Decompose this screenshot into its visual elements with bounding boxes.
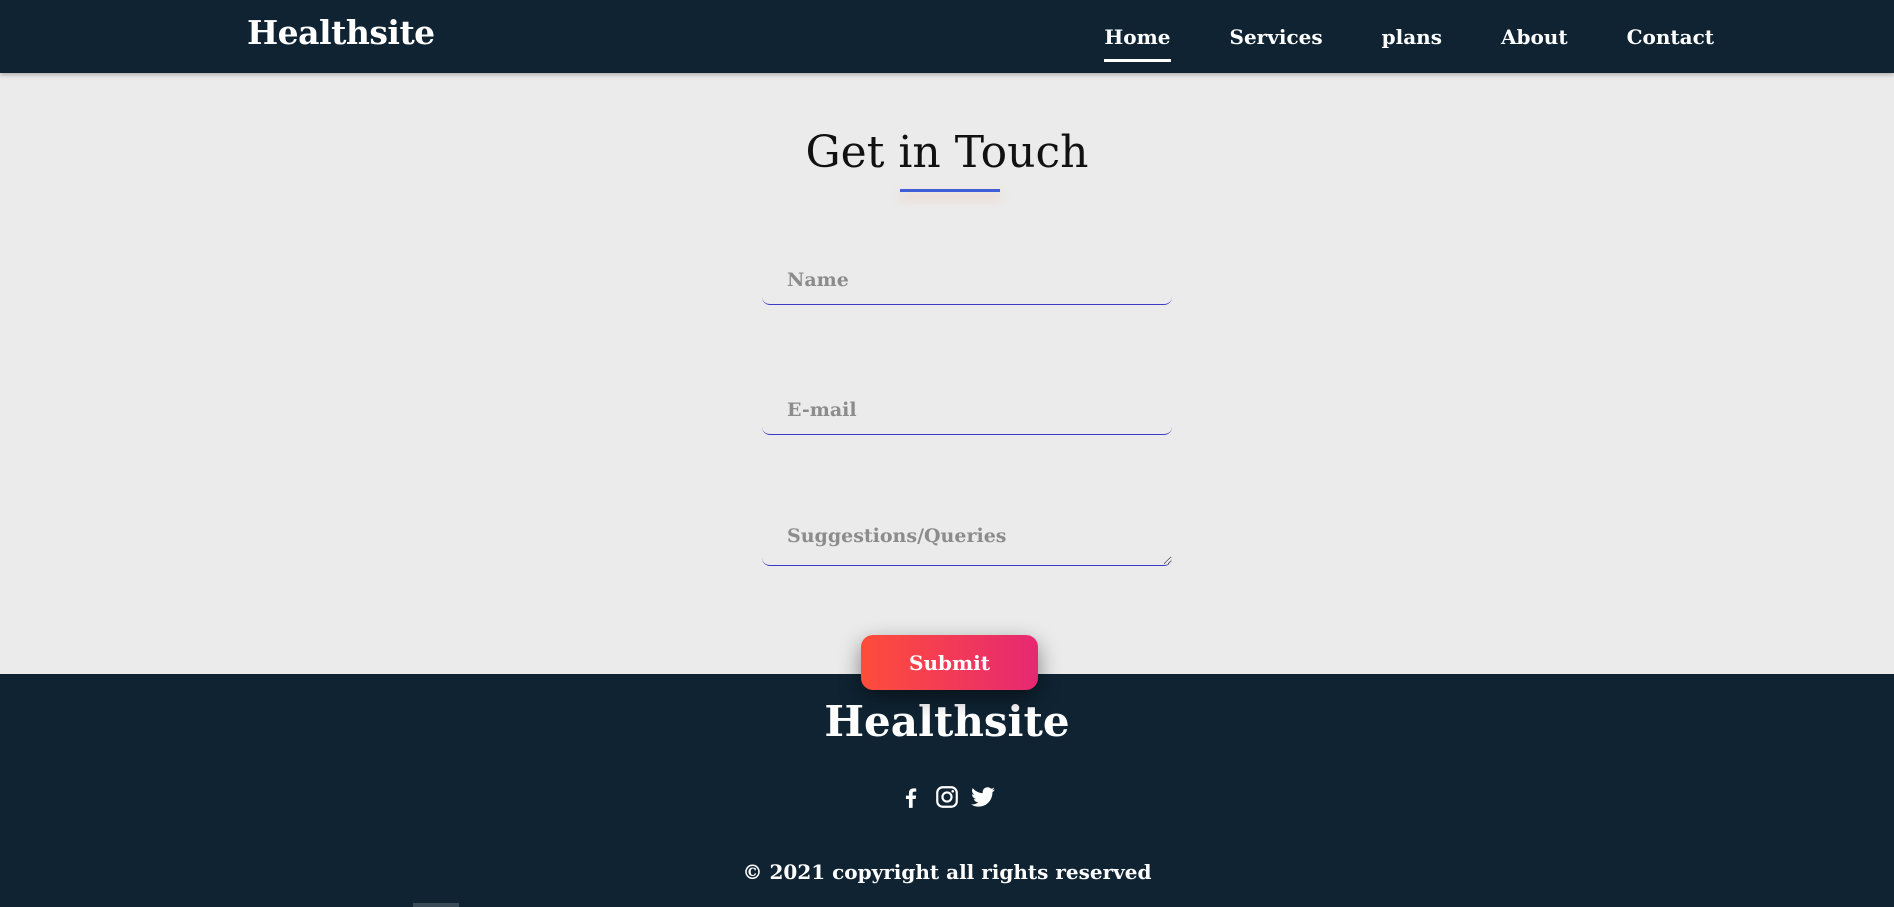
twitter-icon[interactable] bbox=[970, 784, 996, 810]
nav-links: Home Services plans About Contact bbox=[1045, 0, 1714, 73]
name-field[interactable] bbox=[762, 255, 1172, 305]
top-navbar: Healthsite Home Services plans About Con… bbox=[0, 0, 1894, 73]
social-links bbox=[0, 784, 1894, 810]
nav-link-about[interactable]: About bbox=[1501, 24, 1568, 50]
nav-link-home[interactable]: Home bbox=[1104, 24, 1171, 62]
title-underline bbox=[900, 189, 1000, 192]
footer-brand: Healthsite bbox=[824, 697, 1070, 746]
nav-link-contact[interactable]: Contact bbox=[1627, 24, 1714, 50]
footer: Healthsite © 2021 copyright all rights r… bbox=[0, 674, 1894, 907]
nav-link-plans[interactable]: plans bbox=[1382, 24, 1442, 50]
nav-link-services[interactable]: Services bbox=[1230, 24, 1323, 50]
query-textarea[interactable] bbox=[762, 510, 1172, 566]
horizontal-scrollbar[interactable] bbox=[413, 903, 459, 907]
instagram-icon[interactable] bbox=[934, 784, 960, 810]
facebook-icon[interactable] bbox=[898, 784, 924, 810]
site-logo[interactable]: Healthsite bbox=[247, 13, 435, 52]
submit-button[interactable]: Submit bbox=[861, 635, 1038, 690]
copyright-text: © 2021 copyright all rights reserved bbox=[742, 860, 1152, 884]
email-field[interactable] bbox=[762, 385, 1172, 435]
page-title: Get in Touch bbox=[805, 127, 1089, 178]
